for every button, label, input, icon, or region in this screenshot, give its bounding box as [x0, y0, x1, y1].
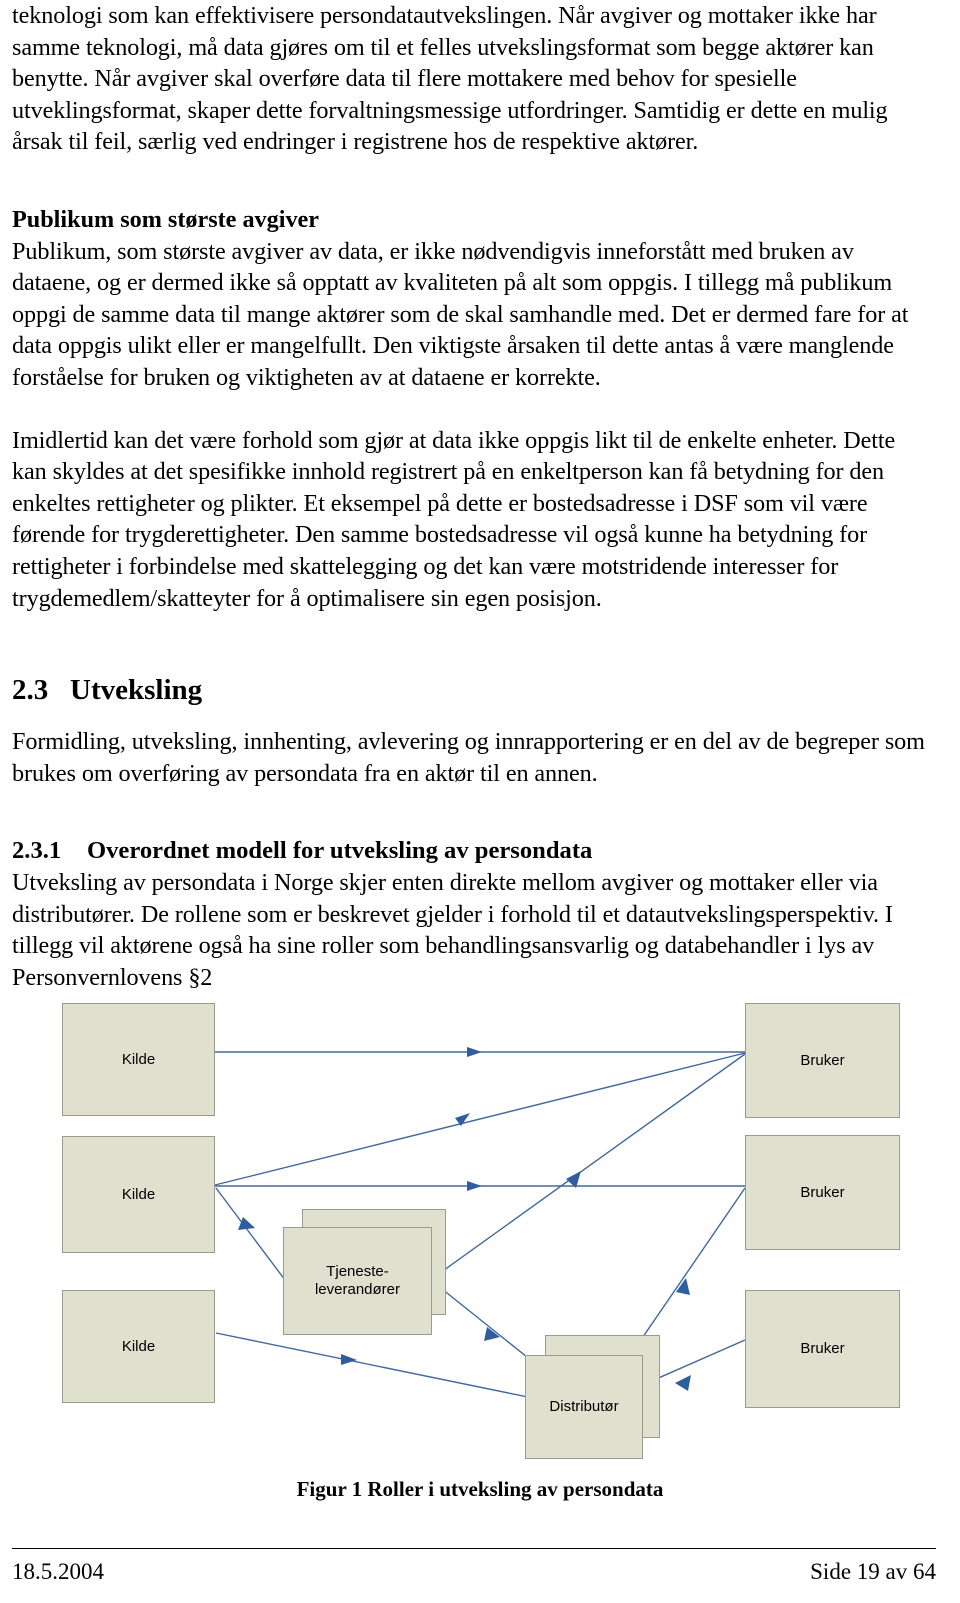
node-tjenesteleverandorer[interactable]: Tjeneste- leverandører	[283, 1227, 432, 1335]
node-bruker-1[interactable]: Bruker	[745, 1003, 900, 1118]
footer-row: 18.5.2004 Side 19 av 64	[12, 1558, 936, 1586]
paragraph-subsection-body: Utveksling av persondata i Norge skjer e…	[12, 869, 893, 992]
figure-roller: Kilde Kilde Kilde Bruker Bruker Bruker T…	[0, 985, 960, 1505]
node-bruker-3-label: Bruker	[800, 1340, 845, 1357]
edge-tjeneste-bruker1	[432, 1053, 746, 1279]
node-kilde-3[interactable]: Kilde	[62, 1290, 215, 1403]
section-title: Utveksling	[70, 674, 203, 707]
subsection-heading: 2.3.1 Overordnet modell for utveksling av…	[0, 835, 960, 867]
node-kilde-1-label: Kilde	[121, 1050, 156, 1068]
footer-divider	[12, 1548, 936, 1549]
footer-page-number: Side 19 av 64	[810, 1559, 936, 1584]
node-distributor-label: Distributør	[549, 1398, 619, 1415]
paragraph-imidlertid: Imidlertid kan det være forhold som gjør…	[12, 426, 896, 612]
arrowhead-dist-b3	[675, 1375, 691, 1391]
node-kilde-2-label: Kilde	[121, 1185, 156, 1203]
paragraph-section-body: Formidling, utveksling, innhenting, avle…	[12, 728, 925, 787]
node-tjenesteleverandorer-label: Tjeneste- leverandører	[314, 1263, 401, 1298]
edge-kilde2-bruker1	[214, 1052, 746, 1186]
diagram-canvas: Kilde Kilde Kilde Bruker Bruker Bruker T…	[0, 985, 960, 1459]
paragraph-publikum: Publikum, som største avgiver av data, e…	[12, 237, 909, 391]
arrowhead-k2-tj	[238, 1217, 255, 1230]
node-bruker-2[interactable]: Bruker	[745, 1135, 900, 1250]
document-page: teknologi som kan effektivisere personda…	[0, 0, 960, 1603]
heading-publikum: Publikum som største avgiver	[12, 205, 320, 233]
page-footer: 18.5.2004 Side 19 av 64	[12, 1548, 936, 1586]
arrowhead-k1-b1	[467, 1047, 482, 1057]
subsection-number: 2.3.1	[12, 837, 62, 865]
arrowhead-k2-b2	[467, 1181, 482, 1191]
arrowhead-k3-dist	[341, 1354, 357, 1365]
node-kilde-3-label: Kilde	[121, 1337, 156, 1355]
node-bruker-3[interactable]: Bruker	[745, 1290, 900, 1408]
node-bruker-2-label: Bruker	[800, 1183, 845, 1201]
node-kilde-1[interactable]: Kilde	[62, 1003, 215, 1116]
section-heading: 2.3 Utveksling	[0, 672, 960, 708]
node-kilde-2[interactable]: Kilde	[62, 1136, 215, 1253]
footer-date: 18.5.2004	[12, 1559, 104, 1584]
edge-kilde2-tjeneste	[215, 1187, 286, 1281]
subsection-title: Overordnet modell for utveksling av pers…	[87, 837, 593, 865]
node-bruker-1-label: Bruker	[800, 1051, 845, 1069]
paragraph-intro: teknologi som kan effektivisere personda…	[12, 2, 888, 156]
page-content: teknologi som kan effektivisere personda…	[0, 0, 960, 994]
section-number: 2.3	[12, 674, 49, 707]
figure-caption: Figur 1 Roller i utveksling av persondat…	[296, 1477, 664, 1501]
node-distributor[interactable]: Distributør	[525, 1355, 643, 1459]
